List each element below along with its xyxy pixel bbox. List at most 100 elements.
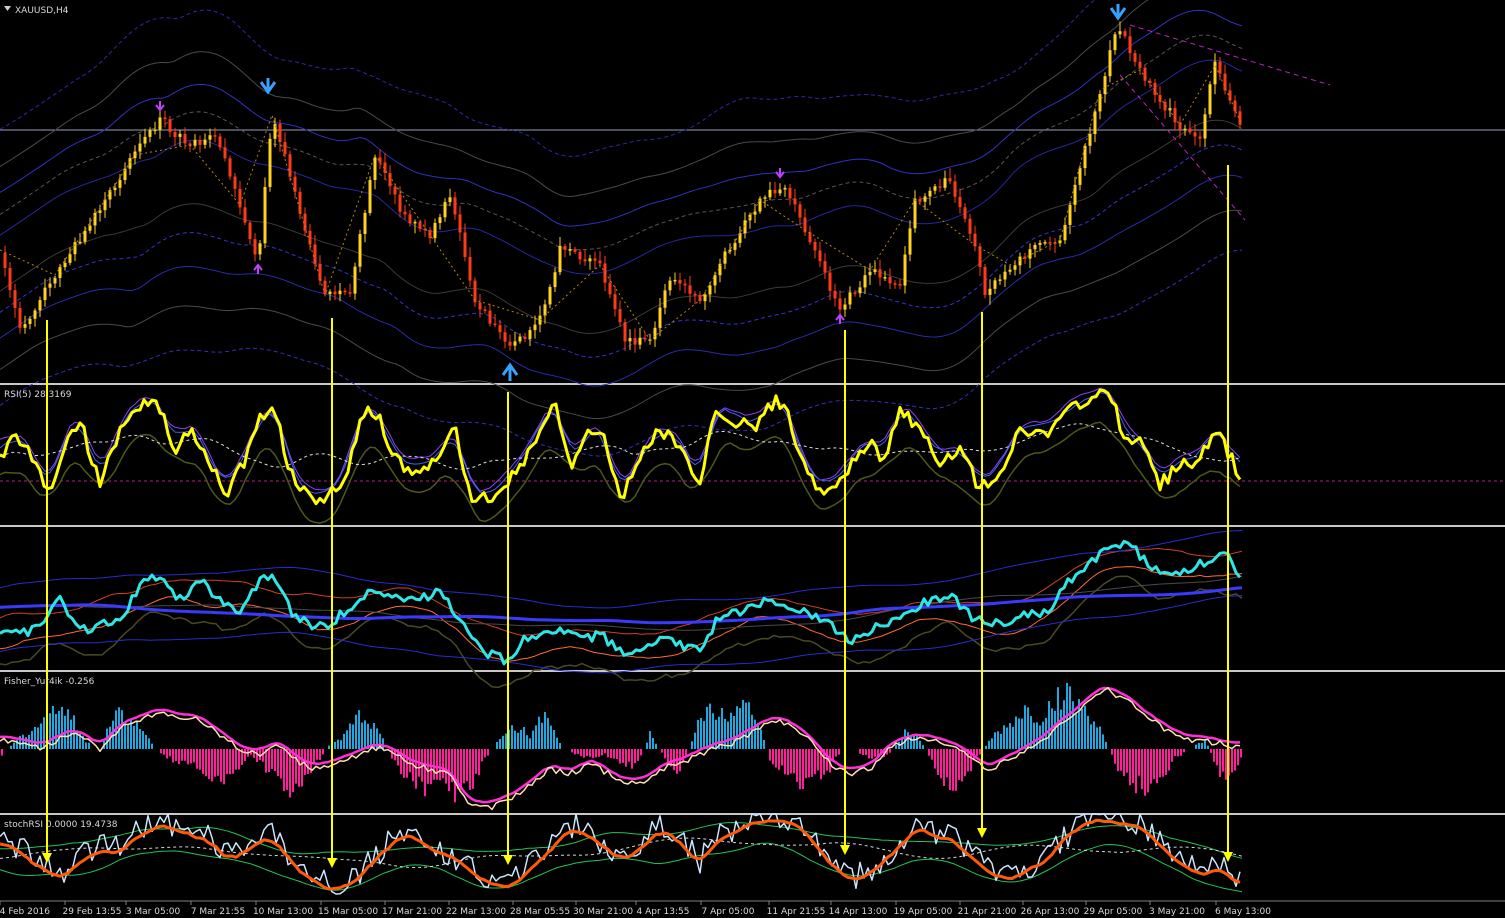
bear-candle [968,218,972,234]
fisher-negative-bar [622,749,624,763]
fisher-negative-bar [1162,749,1164,777]
fisher-negative-bar [160,749,162,754]
fisher-positive-bar [985,745,987,749]
fisher-negative-bar [217,749,219,776]
fisher-negative-bar [1222,749,1224,772]
fisher-negative-bar [616,749,618,759]
bull-candle [363,212,367,234]
bull-candle [263,187,267,244]
bull-candle [923,196,927,202]
fisher-positive-bar [502,735,504,749]
bull-candle [1068,204,1072,225]
fisher-negative-bar [208,749,210,780]
fisher-positive-bar [655,743,657,749]
fisher-negative-bar [769,749,771,761]
fisher-negative-bar [595,749,597,758]
bear-candle [468,257,472,281]
fisher-negative-bar [1114,749,1116,764]
fisher-negative-bar [664,749,666,759]
bull-candle [513,341,517,346]
bull-candle [268,138,272,187]
bull-candle [928,190,932,197]
bear-candle [918,199,922,202]
bear-candle [333,291,337,295]
fisher-negative-bar [166,749,168,759]
time-tick-label: 29 Feb 13:55 [62,907,121,917]
fisher-negative-bar [1240,749,1242,758]
bull-candle [63,262,67,268]
fisher-negative-bar [1150,749,1152,784]
fisher-negative-bar [190,749,192,764]
bull-candle [68,254,72,263]
fisher-positive-bar [334,741,336,749]
bear-candle [798,204,802,218]
fisher-negative-bar [1168,749,1170,771]
bear-candle [678,279,682,284]
time-tick-label: 21 Apr 21:00 [958,907,1017,917]
bull-candle [658,307,662,328]
fisher-negative-bar [1213,749,1215,762]
fisher-positive-bar [1102,734,1104,749]
bull-candle [153,129,157,132]
time-tick-label: 6 May 13:00 [1215,907,1271,917]
bear-candle [1193,132,1197,137]
bull-candle [538,315,542,325]
fisher-positive-bar [757,722,759,749]
fisher-negative-bar [1138,749,1140,776]
symbol-label: XAUUSD,H4 [15,6,69,16]
bull-candle [768,189,772,198]
bull-candle [753,211,757,215]
fisher-positive-bar [763,739,765,749]
fisher-positive-bar [697,719,699,749]
fisher-positive-bar [904,729,906,749]
fisher-negative-bar [865,749,867,756]
bear-candle [403,211,407,215]
bull-candle [1078,168,1082,185]
trading-chart[interactable]: 24 Feb 2016 29 Feb 13:55 3 Mar 05:00 7 Mar … [0,0,1505,918]
fisher-negative-bar [292,749,294,793]
fisher-negative-bar [187,749,189,765]
bull-candle [148,130,152,137]
fisher-positive-bar [349,723,351,749]
fisher-negative-bar [676,749,678,774]
fisher-negative-bar [1111,749,1113,755]
bear-candle [688,285,692,294]
fisher-negative-bar [202,749,204,774]
bull-candle [933,186,937,191]
bear-candle [613,294,617,310]
fisher-negative-bar [226,749,228,775]
fisher-negative-bar [1147,749,1149,793]
fisher-positive-bar [1081,708,1083,749]
fisher-negative-bar [943,749,945,786]
fisher-positive-bar [907,732,909,749]
fisher-positive-bar [337,739,339,749]
fisher-negative-bar [574,749,576,755]
bull-candle [433,223,437,239]
fisher-negative-bar [928,749,930,756]
bear-candle [963,207,967,219]
bull-candle [1118,31,1122,35]
fisher-positive-bar [340,740,342,749]
fisher-positive-bar [1021,718,1023,749]
fisher-positive-bar [652,738,654,749]
bull-candle [43,287,47,301]
bull-candle [113,187,117,191]
bull-candle [703,294,707,302]
fisher-negative-bar [799,749,801,790]
fisher-positive-bar [532,730,534,749]
fisher-positive-bar [538,716,540,749]
bear-candle [693,293,697,296]
fisher-positive-bar [514,730,516,749]
fisher-negative-bar [481,749,483,762]
time-tick-label: 19 Apr 05:00 [894,907,953,917]
bull-candle [903,254,907,286]
bear-candle [813,242,817,251]
time-tick-label: 14 Apr 13:00 [829,907,888,917]
chart-background [0,0,1505,918]
time-tick-label: 4 Apr 13:55 [637,907,690,917]
fisher-negative-bar [1234,749,1236,771]
fisher-positive-bar [997,731,999,749]
fisher-positive-bar [58,711,60,749]
fisher-negative-bar [583,749,585,758]
bull-candle [998,279,1002,281]
